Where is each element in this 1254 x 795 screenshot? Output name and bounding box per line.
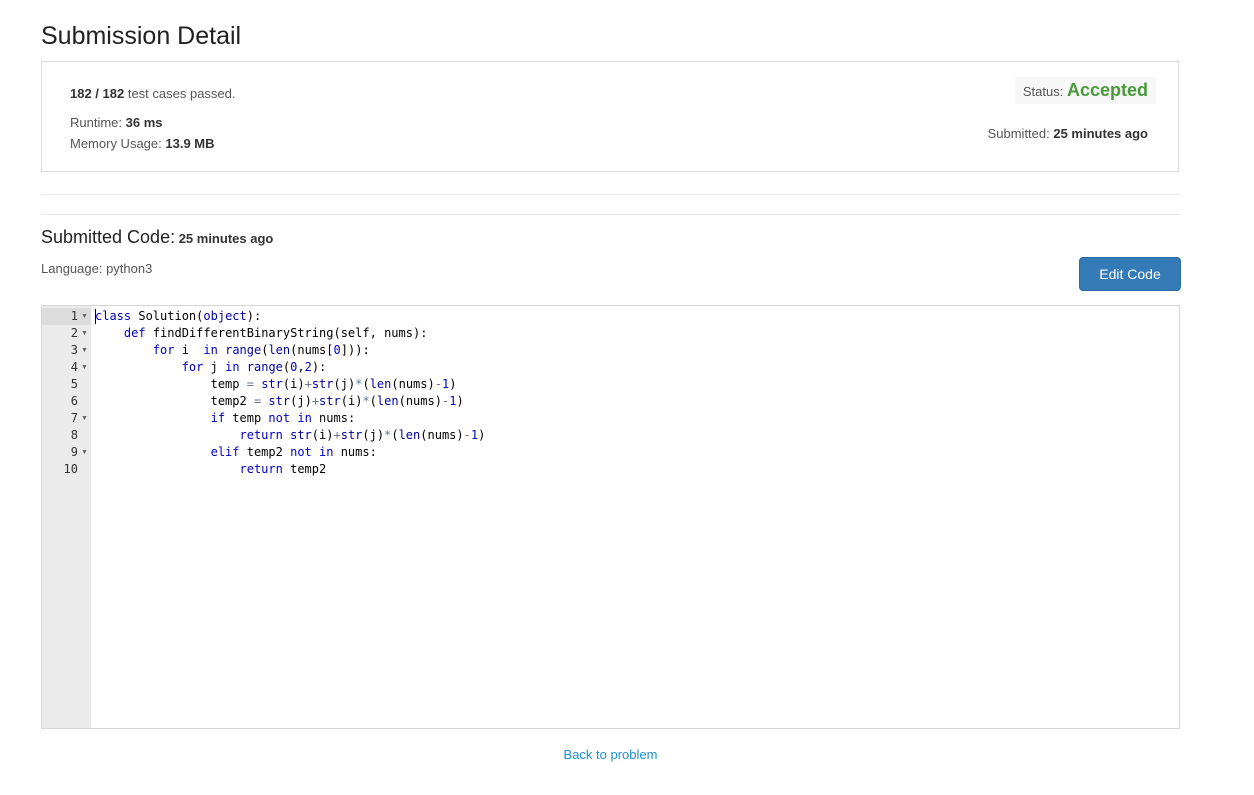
line-number: 5: [70, 377, 78, 391]
submitted-code-time: 25 minutes ago: [175, 231, 274, 246]
language: Language: python3: [41, 261, 152, 276]
line-number: 2: [70, 326, 78, 340]
submitted-value: 25 minutes ago: [1053, 126, 1148, 141]
line-number: 10: [63, 462, 78, 476]
code-line: return temp2: [239, 462, 327, 476]
line-number: 7: [70, 411, 78, 425]
language-label: Language:: [41, 261, 107, 276]
fold-arrow-icon[interactable]: ▼: [81, 308, 91, 325]
test-cases-count: 182 / 182: [70, 86, 125, 101]
text-cursor: [95, 309, 96, 324]
line-number: 3: [70, 343, 78, 357]
status-badge: Status: Accepted: [1014, 77, 1156, 104]
submission-summary: 182 / 182 test cases passed. Runtime: 36…: [41, 61, 1179, 172]
line-number: 6: [70, 394, 78, 408]
line-number: 9: [70, 445, 78, 459]
status-label: Status:: [1022, 84, 1067, 99]
code-line: class Solution(object):: [95, 309, 262, 323]
fold-arrow-icon[interactable]: ▼: [81, 444, 91, 461]
submitted-code-heading: Submitted Code: 25 minutes ago: [41, 227, 273, 248]
submitted-code-title: Submitted Code:: [41, 227, 176, 247]
code-line: return str(i)+str(j)*(len(nums)-1): [239, 428, 486, 442]
code-line: def findDifferentBinaryString(self, nums…: [123, 326, 428, 340]
divider: [41, 194, 1180, 195]
code-line: if temp not in nums:: [210, 411, 356, 425]
memory-label: Memory Usage:: [70, 136, 166, 151]
code-line: for j in range(0,2):: [181, 360, 327, 374]
runtime-label: Runtime:: [70, 115, 126, 130]
page-title: Submission Detail: [41, 22, 242, 50]
divider: [41, 214, 1180, 215]
editor-gutter: 1 ▼ 2 ▼ 3 ▼ 4 ▼ 5 6 7 ▼ 8 9 ▼ 10: [42, 306, 91, 728]
submitted-time: Submitted: 25 minutes ago: [988, 126, 1148, 141]
line-number: 1: [70, 309, 78, 323]
test-cases-text: test cases passed.: [124, 86, 236, 101]
code-line: temp = str(i)+str(j)*(len(nums)-1): [210, 377, 457, 391]
runtime-value: 36 ms: [125, 115, 163, 130]
line-number: 8: [70, 428, 78, 442]
fold-arrow-icon[interactable]: ▼: [81, 342, 91, 359]
fold-arrow-icon[interactable]: ▼: [81, 325, 91, 342]
code-line: elif temp2 not in nums:: [210, 445, 377, 459]
language-value: python3: [106, 261, 153, 276]
runtime: Runtime: 36 ms: [70, 115, 163, 130]
back-to-problem-link[interactable]: Back to problem: [0, 747, 1221, 762]
code-line: temp2 = str(j)+str(i)*(len(nums)-1): [210, 394, 464, 408]
edit-code-button[interactable]: Edit Code: [1079, 257, 1181, 291]
code-editor[interactable]: 1 ▼ 2 ▼ 3 ▼ 4 ▼ 5 6 7 ▼ 8 9 ▼ 10 class Solution(object)…: [41, 305, 1180, 729]
memory-usage: Memory Usage: 13.9 MB: [70, 136, 215, 151]
fold-arrow-icon[interactable]: ▼: [81, 359, 91, 376]
line-number: 4: [70, 360, 78, 374]
fold-arrow-icon[interactable]: ▼: [81, 410, 91, 427]
submitted-label: Submitted:: [987, 126, 1054, 141]
code-line: for i in range(len(nums[0])):: [152, 343, 370, 357]
status-value: Accepted: [1066, 80, 1148, 100]
test-cases-result: 182 / 182 test cases passed.: [70, 86, 236, 101]
memory-value: 13.9 MB: [165, 136, 215, 151]
